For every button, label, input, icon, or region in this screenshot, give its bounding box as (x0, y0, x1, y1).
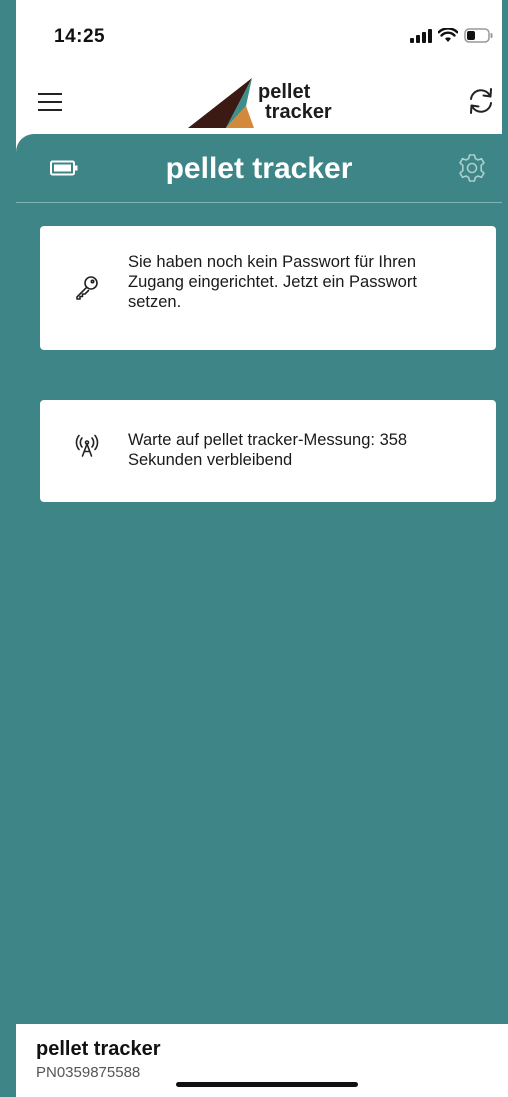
status-icons (410, 28, 494, 43)
set-password-card[interactable]: Sie haben noch kein Passwort für Ihren Z… (40, 226, 496, 350)
measurement-status-card: Warte auf pellet tracker-Messung: 358 Se… (40, 400, 496, 502)
refresh-icon (470, 88, 492, 114)
status-time: 14:25 (54, 26, 106, 47)
home-indicator[interactable] (176, 1082, 358, 1087)
refresh-button[interactable] (464, 84, 498, 118)
wifi-icon (438, 28, 458, 42)
settings-button[interactable] (456, 152, 488, 184)
logo-text: pellet tracker (258, 82, 332, 122)
phone-battery-icon (464, 28, 493, 43)
logo-text-line2: tracker (265, 101, 332, 123)
menu-button[interactable] (36, 88, 64, 116)
logo-text-line1: pellet (258, 81, 311, 103)
device-id: PN0359875588 (36, 1064, 141, 1081)
app-bar: pellet tracker (16, 70, 502, 134)
measurement-status-text: Warte auf pellet tracker-Messung: 358 Se… (128, 431, 408, 469)
device-name: pellet tracker (36, 1038, 161, 1060)
main-panel: pellet tracker Sie haben noch kein Passw… (16, 134, 502, 1024)
status-bar: 14:25 (16, 0, 502, 70)
device-footer[interactable]: pellet tracker PN0359875588 (16, 1024, 508, 1097)
gear-icon (459, 154, 485, 182)
key-icon (76, 276, 98, 300)
pellet-tracker-logo: pellet tracker (188, 76, 358, 130)
hamburger-menu-icon (38, 93, 62, 111)
panel-title: pellet tracker (165, 152, 353, 185)
logo-triangle-icon (188, 78, 254, 128)
app-frame-left (0, 0, 16, 1097)
panel-header: pellet tracker (16, 134, 502, 203)
app-frame-right (502, 0, 508, 1097)
set-password-text: Sie haben noch kein Passwort für Ihren Z… (128, 253, 417, 311)
cellular-signal-icon (410, 28, 432, 43)
antenna-signal-icon (75, 434, 99, 457)
